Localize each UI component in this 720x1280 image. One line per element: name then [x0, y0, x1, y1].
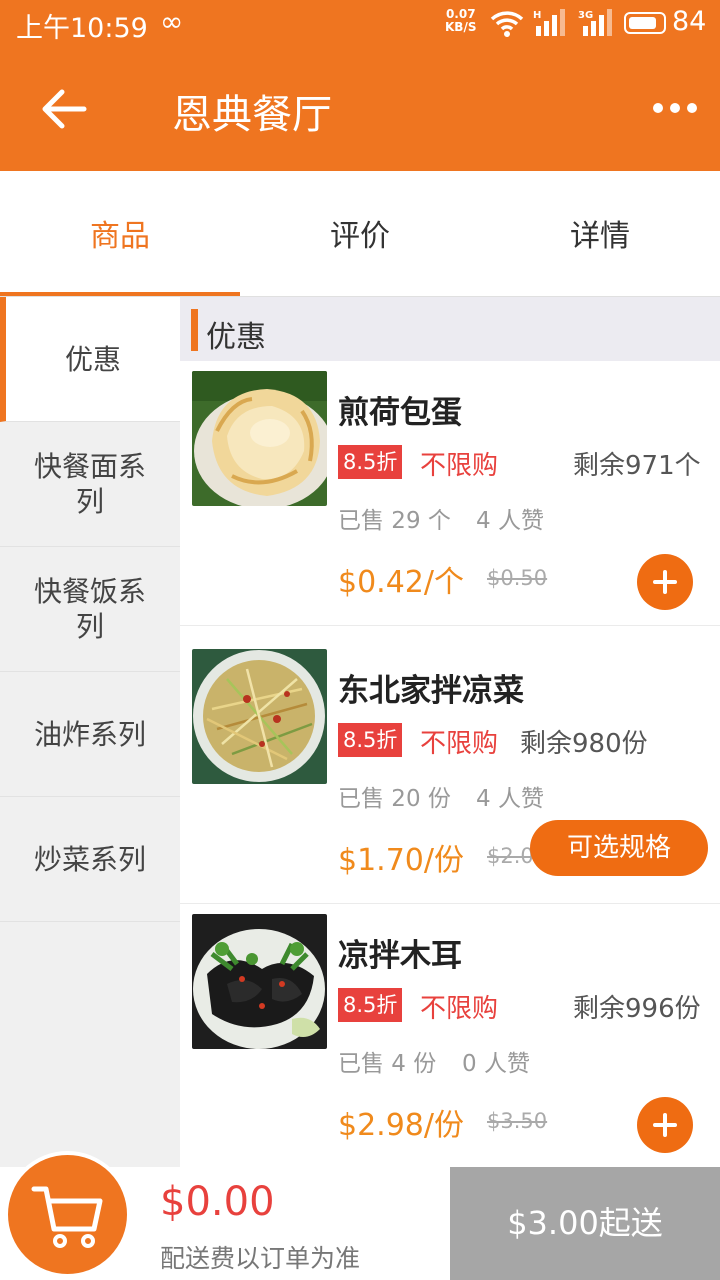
- stock-count: 剩余980份: [520, 729, 648, 759]
- sold-count: 已售 4 份: [338, 1051, 437, 1077]
- select-spec-button[interactable]: 可选规格: [530, 820, 708, 876]
- sold-count: 已售 29 个: [338, 508, 451, 534]
- discount-badge: 8.5折: [338, 445, 403, 479]
- battery-icon: [624, 12, 666, 34]
- category-sidebar: 优惠 快餐面系列 快餐饭系列 油炸系列 炒菜系列: [0, 297, 180, 1167]
- checkout-button[interactable]: $3.00起送: [450, 1167, 720, 1280]
- tab-products[interactable]: 商品: [0, 171, 240, 297]
- discount-badge: 8.5折: [338, 723, 403, 757]
- product-list[interactable]: 优惠 煎荷包蛋 8.5折 不限购 剩余971个 已售 29 个 4 人赞 $0.…: [180, 297, 720, 1167]
- stock-count: 剩余971个: [573, 451, 701, 481]
- battery-level: 84: [672, 6, 707, 37]
- product-image[interactable]: [192, 914, 327, 1049]
- product-image[interactable]: [192, 371, 327, 506]
- category-item-stirfry[interactable]: 炒菜系列: [0, 797, 180, 922]
- tab-details[interactable]: 详情: [480, 171, 720, 297]
- status-bar: 上午10:59 ∞ 0.07 KB/S H 3G 84: [0, 0, 720, 46]
- page-title: 恩典餐厅: [172, 92, 332, 138]
- category-item-fried[interactable]: 油炸系列: [0, 672, 180, 797]
- like-count: 4 人赞: [476, 508, 544, 534]
- discount-badge: 8.5折: [338, 988, 403, 1022]
- cart-bar: $0.00 配送费以订单为准 $3.00起送: [0, 1151, 720, 1280]
- signal-h-icon: H: [533, 9, 565, 36]
- app-bar: 恩典餐厅: [0, 46, 720, 171]
- add-icon: [653, 570, 677, 594]
- product-name: 煎荷包蛋: [338, 395, 462, 431]
- svg-text:3G: 3G: [578, 10, 593, 21]
- price: $0.42/个: [338, 565, 464, 600]
- product-item[interactable]: 东北家拌凉菜 8.5折 不限购 剩余980份 已售 20 份 4 人赞 $1.7…: [180, 639, 720, 904]
- section-header: 优惠: [180, 297, 720, 361]
- tab-indicator: [0, 292, 240, 296]
- section-marker: [191, 309, 198, 351]
- network-speed: 0.07 KB/S: [445, 8, 476, 34]
- like-count: 0 人赞: [462, 1051, 530, 1077]
- purchase-limit: 不限购: [420, 729, 499, 759]
- product-item[interactable]: 凉拌木耳 8.5折 不限购 剩余996份 已售 4 份 0 人赞 $2.98/份…: [180, 904, 720, 1167]
- add-to-cart-button[interactable]: [637, 554, 693, 610]
- signal-3g-icon: 3G: [578, 9, 612, 36]
- wifi-icon: [490, 11, 524, 37]
- original-price: $3.50: [487, 1109, 548, 1133]
- tab-bar: 商品 评价 详情: [0, 171, 720, 297]
- tab-reviews[interactable]: 评价: [240, 171, 480, 297]
- cart-button[interactable]: [4, 1151, 131, 1278]
- product-name: 东北家拌凉菜: [338, 673, 524, 709]
- purchase-limit: 不限购: [420, 994, 499, 1024]
- category-item-discount[interactable]: 优惠: [0, 297, 180, 422]
- purchase-limit: 不限购: [420, 451, 499, 481]
- more-dots-icon[interactable]: [650, 98, 700, 118]
- category-item-rice[interactable]: 快餐饭系列: [0, 547, 180, 672]
- delivery-fee-note: 配送费以订单为准: [160, 1244, 361, 1273]
- price: $1.70/份: [338, 843, 464, 878]
- category-item-noodles[interactable]: 快餐面系列: [0, 422, 180, 547]
- svg-text:H: H: [533, 10, 541, 21]
- shopping-cart-icon: [31, 1186, 103, 1248]
- stock-count: 剩余996份: [573, 994, 701, 1024]
- original-price: $0.50: [487, 566, 548, 590]
- section-title: 优惠: [206, 320, 266, 355]
- network-speed-unit: KB/S: [445, 20, 477, 34]
- like-count: 4 人赞: [476, 786, 544, 812]
- product-item[interactable]: 煎荷包蛋 8.5折 不限购 剩余971个 已售 29 个 4 人赞 $0.42/…: [180, 361, 720, 626]
- arrow-left-icon[interactable]: [36, 84, 92, 134]
- product-name: 凉拌木耳: [338, 938, 462, 974]
- price: $2.98/份: [338, 1108, 464, 1143]
- product-image[interactable]: [192, 649, 327, 784]
- add-icon: [653, 1113, 677, 1137]
- loop-icon: ∞: [160, 5, 184, 38]
- add-to-cart-button[interactable]: [637, 1097, 693, 1153]
- sold-count: 已售 20 份: [338, 786, 451, 812]
- cart-total: $0.00: [160, 1179, 275, 1225]
- status-time: 上午10:59: [16, 13, 148, 44]
